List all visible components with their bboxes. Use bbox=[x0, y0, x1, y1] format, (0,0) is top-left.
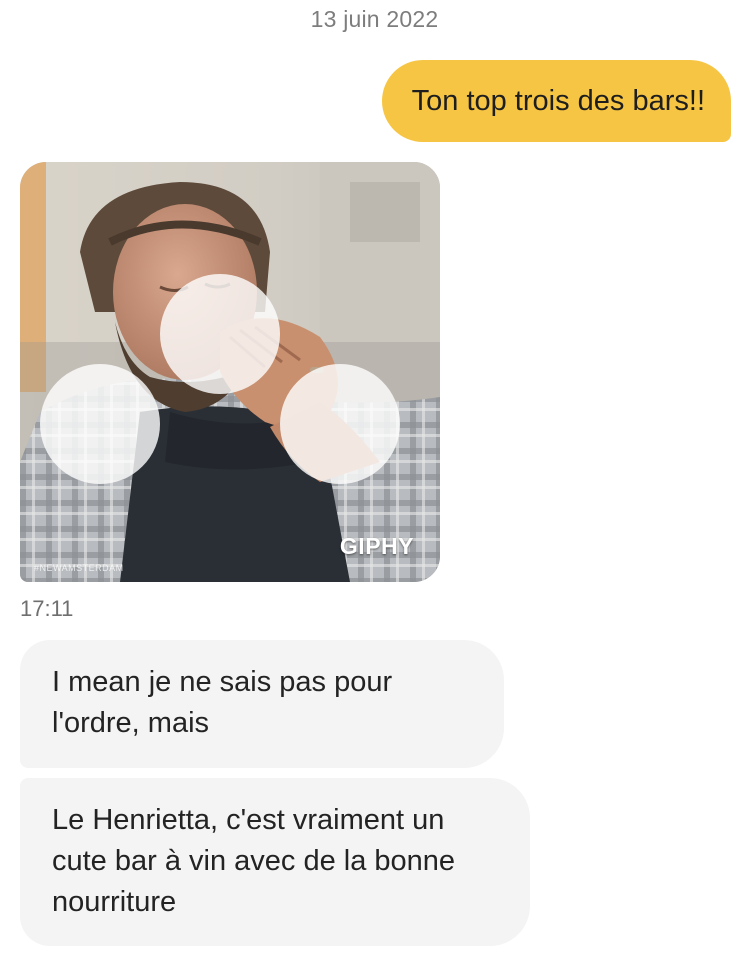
sent-message-bubble[interactable]: Ton top trois des bars!! bbox=[381, 60, 731, 142]
received-message-bubble[interactable]: Le Henrietta, c'est vraiment un cute bar… bbox=[20, 778, 530, 946]
sent-message-text: Ton top trois des bars!! bbox=[411, 84, 705, 117]
peacock-logo-icon bbox=[40, 274, 400, 484]
gif-message[interactable]: #NEWAMSTERDAM GIPHY bbox=[20, 162, 440, 582]
message-timestamp: 17:11 bbox=[20, 596, 74, 621]
date-header: 13 juin 2022 bbox=[310, 6, 439, 32]
received-message-text: I mean je ne sais pas pour l'ordre, mais bbox=[52, 666, 393, 739]
received-message-bubble[interactable]: I mean je ne sais pas pour l'ordre, mais bbox=[20, 640, 504, 768]
received-message-text: Le Henrietta, c'est vraiment un cute bar… bbox=[52, 804, 456, 918]
